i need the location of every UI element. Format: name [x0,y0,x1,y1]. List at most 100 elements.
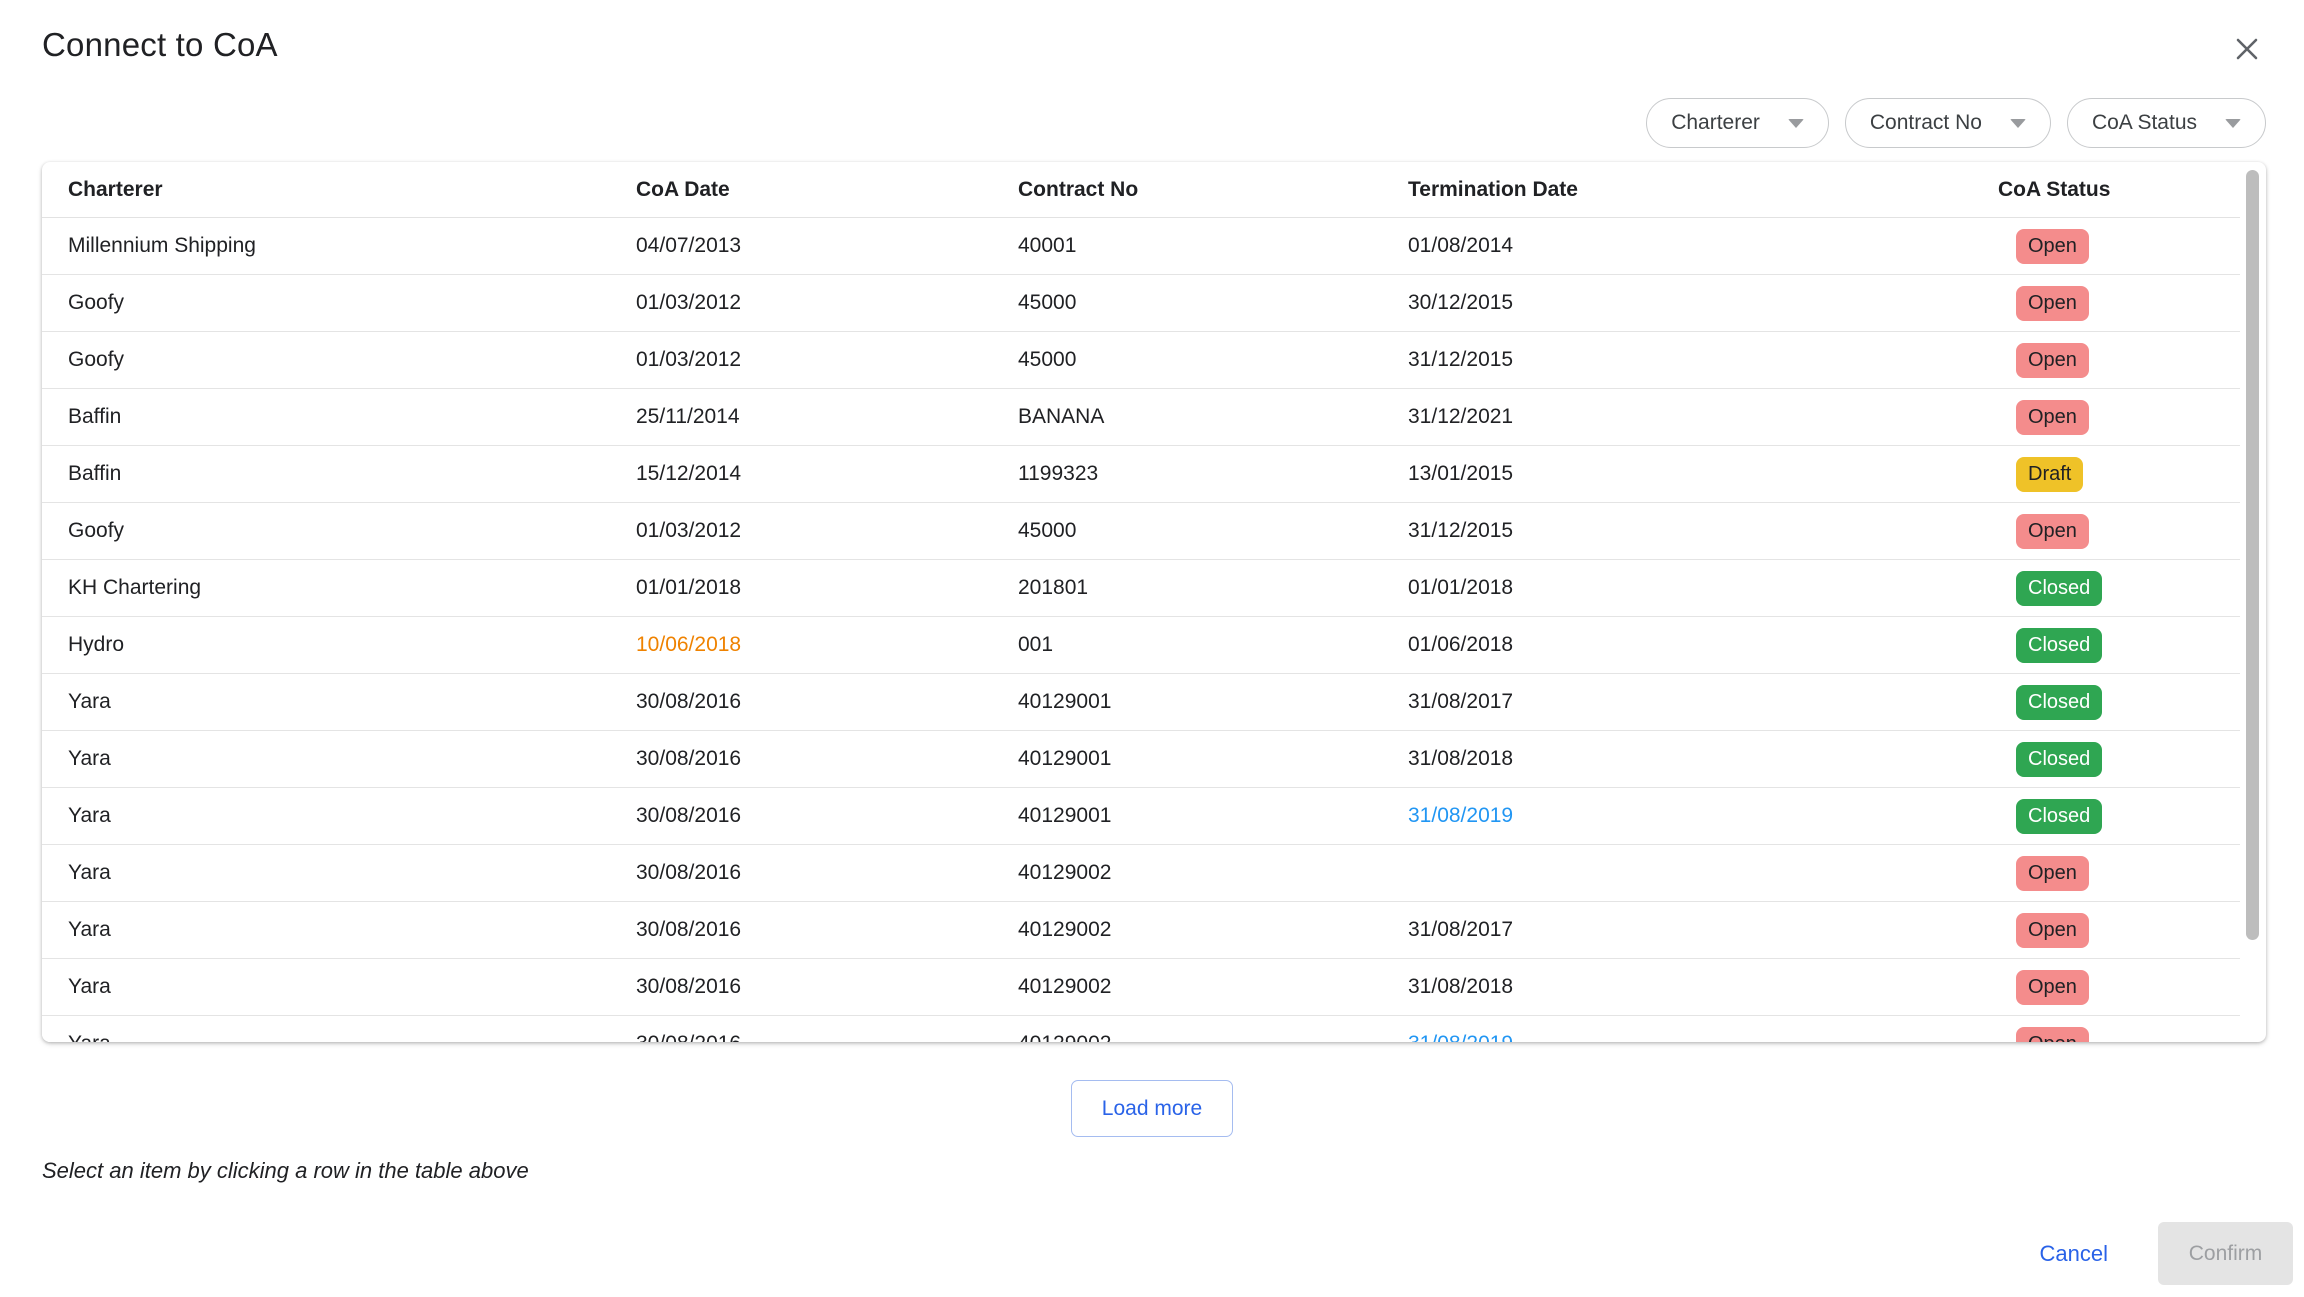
cell-coa-status: Open [1972,1016,2240,1042]
coa-table: Charterer CoA Date Contract No Terminati… [42,162,2266,1042]
cell-contract-no: 40129001 [992,788,1382,844]
cell-termination-date: 31/12/2015 [1382,503,1972,559]
table-row[interactable]: Baffin 15/12/2014 1199323 13/01/2015 Dra… [42,446,2240,503]
close-icon [2232,34,2262,64]
column-header-termination-date: Termination Date [1382,162,1972,217]
cell-contract-no: 40001 [992,218,1382,274]
table-header-row: Charterer CoA Date Contract No Terminati… [42,162,2240,218]
cell-charterer: Millennium Shipping [42,218,610,274]
cell-coa-date: 30/08/2016 [610,845,992,901]
dialog-header: Connect to CoA [0,0,2304,70]
status-badge: Open [2016,343,2089,378]
cell-charterer: Baffin [42,389,610,445]
cell-contract-no: 40129002 [992,1016,1382,1042]
cell-contract-no: 40129001 [992,674,1382,730]
cell-coa-date: 30/08/2016 [610,731,992,787]
filter-coa-status-label: CoA Status [2092,111,2197,135]
table-row[interactable]: Goofy 01/03/2012 45000 31/12/2015 Open [42,332,2240,389]
cell-termination-date: 31/12/2015 [1382,332,1972,388]
load-more-row: Load more [0,1080,2304,1137]
cell-charterer: Goofy [42,275,610,331]
cell-coa-date: 15/12/2014 [610,446,992,502]
table-row[interactable]: Yara 30/08/2016 40129002 31/08/2018 Open [42,959,2240,1016]
filter-coa-status[interactable]: CoA Status [2067,98,2266,148]
cell-coa-status: Closed [1972,560,2240,616]
cell-termination-date: 01/01/2018 [1382,560,1972,616]
cell-coa-status: Open [1972,389,2240,445]
confirm-button[interactable]: Confirm [2158,1222,2293,1285]
table-row[interactable]: Yara 30/08/2016 40129002 Open [42,845,2240,902]
cell-coa-date: 01/01/2018 [610,560,992,616]
cell-termination-date: 13/01/2015 [1382,446,1972,502]
status-badge: Open [2016,514,2089,549]
cancel-button[interactable]: Cancel [2030,1233,2118,1275]
column-header-coa-status: CoA Status [1972,162,2240,217]
cell-charterer: Yara [42,902,610,958]
cell-coa-date: 30/08/2016 [610,788,992,844]
helper-text: Select an item by clicking a row in the … [42,1158,2304,1184]
status-badge: Draft [2016,457,2083,492]
cell-contract-no: 40129002 [992,959,1382,1015]
cell-charterer: Hydro [42,617,610,673]
status-badge: Open [2016,913,2089,948]
status-badge: Closed [2016,799,2102,834]
cell-coa-date: 01/03/2012 [610,275,992,331]
cell-charterer: Yara [42,845,610,901]
table-row[interactable]: KH Chartering 01/01/2018 201801 01/01/20… [42,560,2240,617]
cell-termination-date: 31/08/2018 [1382,731,1972,787]
cell-coa-status: Draft [1972,446,2240,502]
status-badge: Closed [2016,742,2102,777]
dialog-actions: Cancel Confirm [2030,1222,2293,1285]
cell-contract-no: 201801 [992,560,1382,616]
filter-charterer[interactable]: Charterer [1646,98,1829,148]
status-badge: Closed [2016,571,2102,606]
table-row[interactable]: Goofy 01/03/2012 45000 30/12/2015 Open [42,275,2240,332]
status-badge: Open [2016,856,2089,891]
table-row[interactable]: Yara 30/08/2016 40129001 31/08/2019 Clos… [42,788,2240,845]
filter-charterer-label: Charterer [1671,111,1760,135]
load-more-button[interactable]: Load more [1071,1080,1233,1137]
table-row[interactable]: Millennium Shipping 04/07/2013 40001 01/… [42,218,2240,275]
cell-termination-date [1382,845,1972,901]
cell-coa-status: Open [1972,959,2240,1015]
cell-coa-status: Open [1972,218,2240,274]
cell-coa-status: Closed [1972,788,2240,844]
chevron-down-icon [2225,119,2241,128]
cell-coa-status: Open [1972,902,2240,958]
cell-charterer: Goofy [42,503,610,559]
cell-termination-date[interactable]: 31/08/2019 [1382,1016,1972,1042]
table-row[interactable]: Baffin 25/11/2014 BANANA 31/12/2021 Open [42,389,2240,446]
dialog-title: Connect to CoA [42,26,278,64]
table-row[interactable]: Yara 30/08/2016 40129002 31/08/2017 Open [42,902,2240,959]
cell-charterer: Yara [42,959,610,1015]
table-row[interactable]: Yara 30/08/2016 40129002 31/08/2019 Open [42,1016,2240,1042]
cell-contract-no: 40129002 [992,902,1382,958]
table-row[interactable]: Yara 30/08/2016 40129001 31/08/2018 Clos… [42,731,2240,788]
cell-coa-date: 30/08/2016 [610,1016,992,1042]
cell-termination-date: 31/12/2021 [1382,389,1972,445]
column-header-charterer: Charterer [42,162,610,217]
cell-coa-date: 01/03/2012 [610,503,992,559]
column-header-contract-no: Contract No [992,162,1382,217]
cell-contract-no: 40129002 [992,845,1382,901]
cell-coa-status: Closed [1972,674,2240,730]
table-row[interactable]: Hydro 10/06/2018 001 01/06/2018 Closed [42,617,2240,674]
cell-charterer: Yara [42,1016,610,1042]
cell-termination-date[interactable]: 31/08/2019 [1382,788,1972,844]
cell-contract-no: 45000 [992,275,1382,331]
table-row[interactable]: Goofy 01/03/2012 45000 31/12/2015 Open [42,503,2240,560]
cell-coa-status: Open [1972,503,2240,559]
close-button[interactable] [2226,28,2268,70]
cell-coa-date: 10/06/2018 [610,617,992,673]
table-row[interactable]: Yara 30/08/2016 40129001 31/08/2017 Clos… [42,674,2240,731]
filter-contract-no[interactable]: Contract No [1845,98,2051,148]
cell-termination-date: 01/08/2014 [1382,218,1972,274]
status-badge: Closed [2016,628,2102,663]
cell-coa-status: Closed [1972,617,2240,673]
chevron-down-icon [1788,119,1804,128]
status-badge: Open [2016,970,2089,1005]
cell-contract-no: BANANA [992,389,1382,445]
filter-contract-no-label: Contract No [1870,111,1982,135]
cell-charterer: Goofy [42,332,610,388]
vertical-scrollbar[interactable] [2246,170,2259,940]
